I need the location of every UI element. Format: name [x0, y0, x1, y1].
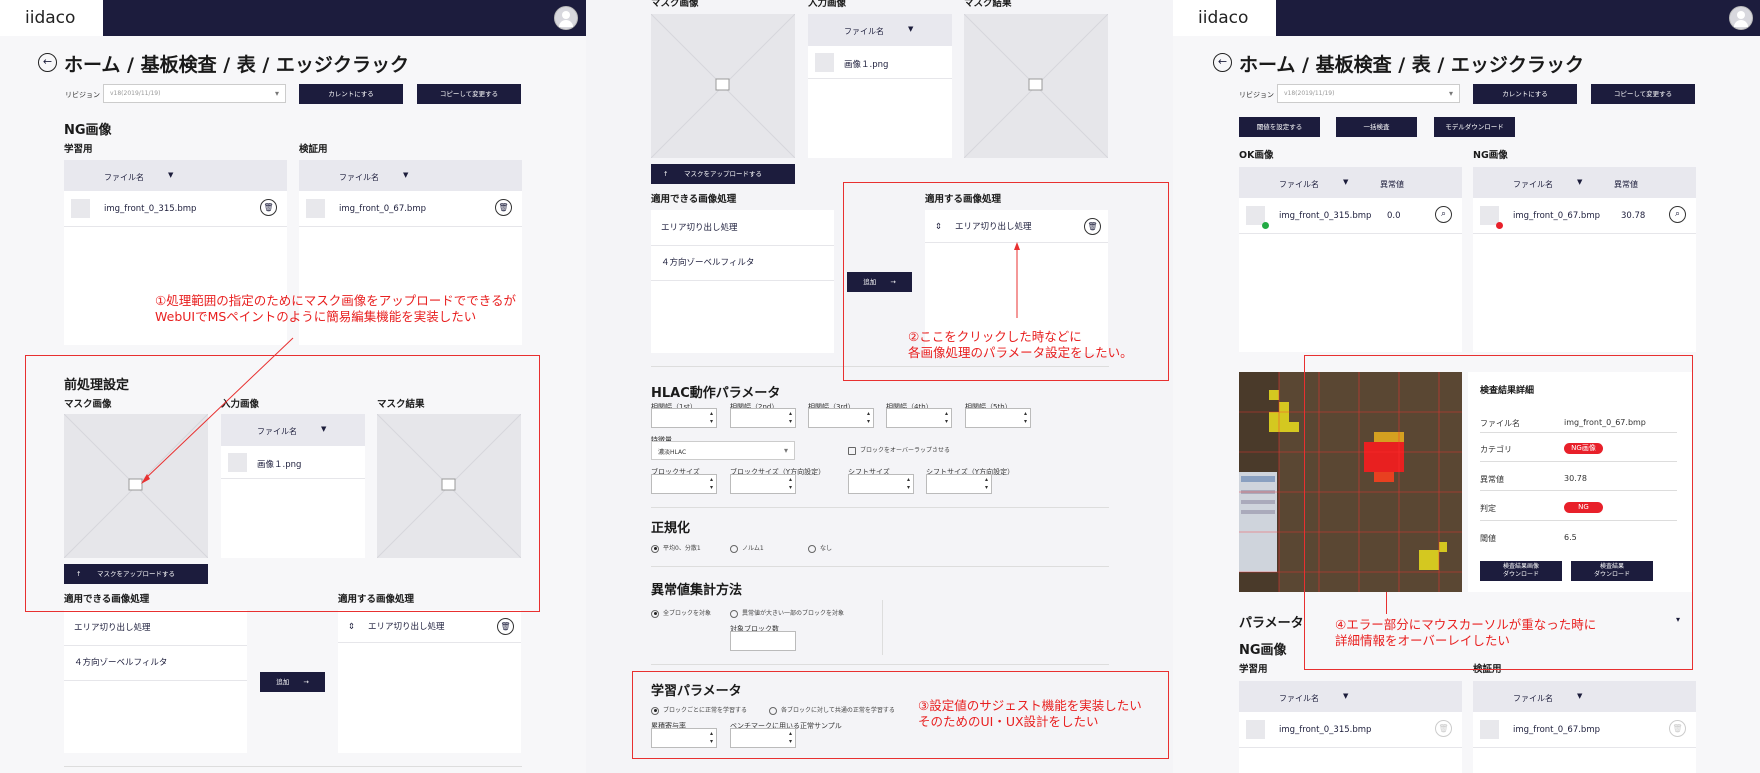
column-filename[interactable]: ファイル名	[1513, 179, 1553, 190]
trash-icon[interactable]: 🗑	[1669, 720, 1686, 737]
revision-select[interactable]: v18(2019/11/19)	[1277, 84, 1460, 103]
column-anomaly[interactable]: 異常値	[1380, 179, 1404, 190]
sort-down-icon[interactable]: ▼	[1343, 692, 1348, 700]
annotation-arrow-1	[141, 337, 294, 484]
make-current-button[interactable]: カレントにする	[1473, 84, 1577, 104]
column-filename[interactable]: ファイル名	[1513, 693, 1553, 704]
sort-down-icon[interactable]: ▼	[1577, 692, 1582, 700]
batch-inspect-button[interactable]: 一括検査	[1336, 117, 1417, 137]
annotation-note-3: ③設定値のサジェスト機能を実装したい そのためのUI・UX設計をしたい	[918, 698, 1142, 729]
annotation-note-1: ①処理範囲の指定のためにマスク画像をアップロードでできるが WebUIでMSペイ…	[155, 293, 516, 324]
right-panel: iidaco ← ホーム / 基板検査 / 表 / エッジクラック リビジョン …	[1173, 0, 1760, 773]
breadcrumb: ホーム / 基板検査 / 表 / エッジクラック	[1239, 54, 1584, 76]
top-navbar: iidaco	[1173, 0, 1760, 36]
learning-header: ファイル名 ▼	[1239, 681, 1462, 712]
sort-down-icon[interactable]: ▼	[1343, 178, 1348, 186]
annotation-arrow-2	[1014, 242, 1020, 318]
anomaly-value: 30.78	[1621, 211, 1646, 221]
filename: img_front_0_315.bmp	[1279, 211, 1372, 221]
ok-images-title: OK画像	[1239, 150, 1274, 161]
filename: img_front_0_67.bmp	[1513, 211, 1601, 221]
annotation-note-4: ④エラー部分にマウスカーソルが重なった時に 詳細情報をオーバーレイしたい	[1335, 617, 1597, 648]
brand-logo[interactable]: iidaco	[1173, 0, 1276, 36]
middle-panel: マスク画像 入力画像 マスク結果 ↑ マスクをアップロードする ファイル名 ▼ …	[586, 0, 1173, 773]
revision-label: リビジョン	[1239, 91, 1274, 99]
magnifier-icon[interactable]: ⌕	[1435, 206, 1452, 223]
validation-header: ファイル名 ▼	[1473, 681, 1696, 712]
trash-icon[interactable]: 🗑	[1435, 720, 1452, 737]
table-row[interactable]: img_front_0_67.bmp 30.78 ⌕	[1473, 198, 1696, 234]
avatar[interactable]	[1729, 6, 1753, 30]
ng-images-title: NG画像	[1473, 150, 1508, 161]
anomaly-value: 0.0	[1387, 211, 1401, 221]
model-download-button[interactable]: モデルダウンロード	[1434, 117, 1515, 137]
annotation-note-2: ②ここをクリックした時などに 各画像処理のパラメータ設定をしたい。	[908, 329, 1133, 360]
set-threshold-button[interactable]: 閾値を設定する	[1239, 117, 1320, 137]
ng-header: ファイル名 ▼ 異常値	[1473, 167, 1696, 198]
column-filename[interactable]: ファイル名	[1279, 179, 1319, 190]
magnifier-icon[interactable]: ⌕	[1669, 206, 1686, 223]
filename: img_front_0_67.bmp	[1513, 725, 1601, 735]
table-row[interactable]: img_front_0_315.bmp 🗑	[1239, 712, 1462, 748]
filename: img_front_0_315.bmp	[1279, 725, 1372, 735]
sort-down-icon[interactable]: ▼	[1577, 178, 1582, 186]
ok-header: ファイル名 ▼ 異常値	[1239, 167, 1462, 198]
ok-status-dot	[1262, 222, 1269, 229]
back-arrow-icon[interactable]: ←	[1213, 53, 1232, 72]
learning-label: 学習用	[1239, 664, 1268, 675]
left-panel: iidaco ← ホーム / 基板検査 / 表 / エッジクラック リビジョン …	[0, 0, 586, 773]
thumbnail	[1480, 720, 1499, 739]
column-anomaly[interactable]: 異常値	[1614, 179, 1638, 190]
annotation-line-4	[1386, 592, 1387, 614]
thumbnail	[1246, 720, 1265, 739]
table-row[interactable]: img_front_0_315.bmp 0.0 ⌕	[1239, 198, 1462, 234]
copy-change-button[interactable]: コピーして変更する	[1591, 84, 1695, 104]
column-filename[interactable]: ファイル名	[1279, 693, 1319, 704]
ng-images-title: NG画像	[1239, 643, 1287, 658]
table-row[interactable]: img_front_0_67.bmp 🗑	[1473, 712, 1696, 748]
params-title: パラメータ	[1239, 616, 1304, 631]
ng-status-dot	[1496, 222, 1503, 229]
